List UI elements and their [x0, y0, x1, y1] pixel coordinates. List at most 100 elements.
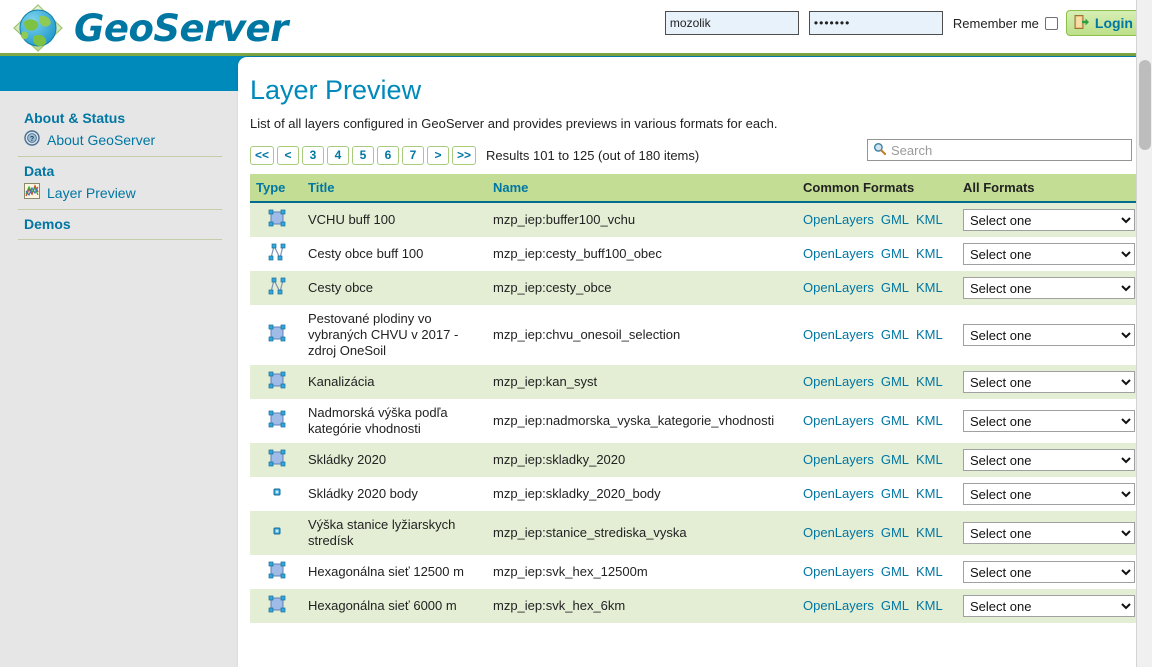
- polygon-geometry-icon: [268, 330, 286, 345]
- sidebar-header-about: About & Status: [24, 110, 224, 126]
- search-input[interactable]: Search: [867, 139, 1132, 161]
- format-link-kml[interactable]: KML: [916, 280, 943, 295]
- brand-logo[interactable]: GeoServer: [10, 2, 288, 54]
- all-formats-select[interactable]: Select one: [963, 561, 1135, 583]
- sidebar-item-about-geoserver[interactable]: ? About GeoServer: [24, 130, 224, 149]
- table-row: Výška stanice lyžiarskych stredískmzp_ie…: [250, 511, 1142, 555]
- pagination-button-5[interactable]: 5: [352, 146, 374, 165]
- all-formats-select[interactable]: Select one: [963, 522, 1135, 544]
- format-link-kml[interactable]: KML: [916, 327, 943, 342]
- column-header-title[interactable]: Title: [302, 174, 487, 202]
- cell-layer-name: mzp_iep:svk_hex_6km: [487, 589, 797, 623]
- pagination-button-prev[interactable]: <: [277, 146, 299, 165]
- sidebar: About & Status ? About GeoServer Data: [0, 91, 240, 667]
- format-link-gml[interactable]: GML: [881, 452, 909, 467]
- format-link-kml[interactable]: KML: [916, 246, 943, 261]
- format-link-kml[interactable]: KML: [916, 413, 943, 428]
- format-link-gml[interactable]: GML: [881, 413, 909, 428]
- format-link-gml[interactable]: GML: [881, 327, 909, 342]
- login-button[interactable]: Login: [1066, 10, 1144, 36]
- format-link-openlayers[interactable]: OpenLayers: [803, 280, 874, 295]
- format-link-openlayers[interactable]: OpenLayers: [803, 564, 874, 579]
- svg-text:?: ?: [30, 136, 34, 143]
- format-link-gml[interactable]: GML: [881, 374, 909, 389]
- sidebar-divider-1: [18, 156, 222, 157]
- column-header-common-formats: Common Formats: [797, 174, 957, 202]
- scrollbar-thumb[interactable]: [1139, 60, 1151, 150]
- polygon-geometry-icon: [268, 416, 286, 431]
- format-link-openlayers[interactable]: OpenLayers: [803, 327, 874, 342]
- format-link-gml[interactable]: GML: [881, 598, 909, 613]
- scrollbar-down-arrow[interactable]: [1137, 651, 1152, 667]
- format-link-gml[interactable]: GML: [881, 525, 909, 540]
- format-link-kml[interactable]: KML: [916, 525, 943, 540]
- format-link-gml[interactable]: GML: [881, 212, 909, 227]
- username-field[interactable]: [665, 11, 799, 35]
- cell-layer-name: mzp_iep:kan_syst: [487, 365, 797, 399]
- table-row: Skládky 2020mzp_iep:skladky_2020OpenLaye…: [250, 443, 1142, 477]
- page-title: Layer Preview: [250, 75, 1134, 106]
- all-formats-select[interactable]: Select one: [963, 449, 1135, 471]
- format-link-openlayers[interactable]: OpenLayers: [803, 246, 874, 261]
- format-link-openlayers[interactable]: OpenLayers: [803, 212, 874, 227]
- table-row: Nadmorská výška podľa kategórie vhodnost…: [250, 399, 1142, 443]
- pagination-button-6[interactable]: 6: [377, 146, 399, 165]
- format-link-openlayers[interactable]: OpenLayers: [803, 452, 874, 467]
- pagination-button-next[interactable]: >: [427, 146, 449, 165]
- format-link-gml[interactable]: GML: [881, 486, 909, 501]
- cell-layer-title: VCHU buff 100: [302, 202, 487, 237]
- column-header-type[interactable]: Type: [250, 174, 302, 202]
- pagination-button-4[interactable]: 4: [327, 146, 349, 165]
- format-link-gml[interactable]: GML: [881, 280, 909, 295]
- all-formats-select[interactable]: Select one: [963, 277, 1135, 299]
- format-link-gml[interactable]: GML: [881, 564, 909, 579]
- format-link-openlayers[interactable]: OpenLayers: [803, 374, 874, 389]
- sidebar-item-layer-preview[interactable]: Layer Preview: [24, 183, 224, 202]
- pagination-button-3[interactable]: 3: [302, 146, 324, 165]
- page-scrollbar[interactable]: [1136, 0, 1152, 667]
- format-link-kml[interactable]: KML: [916, 564, 943, 579]
- all-formats-select[interactable]: Select one: [963, 483, 1135, 505]
- column-header-name[interactable]: Name: [487, 174, 797, 202]
- cell-geometry-type: [250, 555, 302, 589]
- format-link-kml[interactable]: KML: [916, 212, 943, 227]
- format-link-kml[interactable]: KML: [916, 486, 943, 501]
- all-formats-select[interactable]: Select one: [963, 209, 1135, 231]
- all-formats-select[interactable]: Select one: [963, 243, 1135, 265]
- format-link-gml[interactable]: GML: [881, 246, 909, 261]
- cell-layer-name: mzp_iep:stanice_strediska_vyska: [487, 511, 797, 555]
- cell-layer-name: mzp_iep:svk_hex_12500m: [487, 555, 797, 589]
- all-formats-select[interactable]: Select one: [963, 410, 1135, 432]
- cell-layer-name: mzp_iep:cesty_buff100_obec: [487, 237, 797, 271]
- format-link-kml[interactable]: KML: [916, 374, 943, 389]
- pagination-button-7[interactable]: 7: [402, 146, 424, 165]
- info-circle-icon: ?: [24, 130, 40, 149]
- format-link-openlayers[interactable]: OpenLayers: [803, 486, 874, 501]
- password-field[interactable]: [809, 11, 943, 35]
- pagination-button-prevprev[interactable]: <<: [250, 146, 274, 165]
- format-link-kml[interactable]: KML: [916, 598, 943, 613]
- all-formats-select[interactable]: Select one: [963, 595, 1135, 617]
- format-link-kml[interactable]: KML: [916, 452, 943, 467]
- table-row: Hexagonálna sieť 12500 mmzp_iep:svk_hex_…: [250, 555, 1142, 589]
- cell-geometry-type: [250, 271, 302, 305]
- polygon-geometry-icon: [268, 601, 286, 616]
- cell-common-formats: OpenLayers GML KML: [797, 589, 957, 623]
- line-geometry-icon: [268, 283, 286, 298]
- format-link-openlayers[interactable]: OpenLayers: [803, 598, 874, 613]
- remember-me-label: Remember me: [953, 16, 1039, 31]
- pagination-button-nextnext[interactable]: >>: [452, 146, 476, 165]
- format-link-openlayers[interactable]: OpenLayers: [803, 413, 874, 428]
- brand-title: GeoServer: [74, 10, 288, 47]
- sidebar-section-demos: Demos: [0, 216, 240, 232]
- cell-all-formats: Select one: [957, 443, 1142, 477]
- scrollbar-up-arrow[interactable]: [1137, 0, 1152, 16]
- all-formats-select[interactable]: Select one: [963, 371, 1135, 393]
- cell-common-formats: OpenLayers GML KML: [797, 305, 957, 365]
- format-link-openlayers[interactable]: OpenLayers: [803, 525, 874, 540]
- geoserver-page: GeoServer Remember me Login: [0, 0, 1152, 667]
- sidebar-header-data: Data: [24, 163, 224, 179]
- all-formats-select[interactable]: Select one: [963, 324, 1135, 346]
- point-geometry-icon: [268, 489, 286, 504]
- remember-me-checkbox[interactable]: [1045, 17, 1058, 30]
